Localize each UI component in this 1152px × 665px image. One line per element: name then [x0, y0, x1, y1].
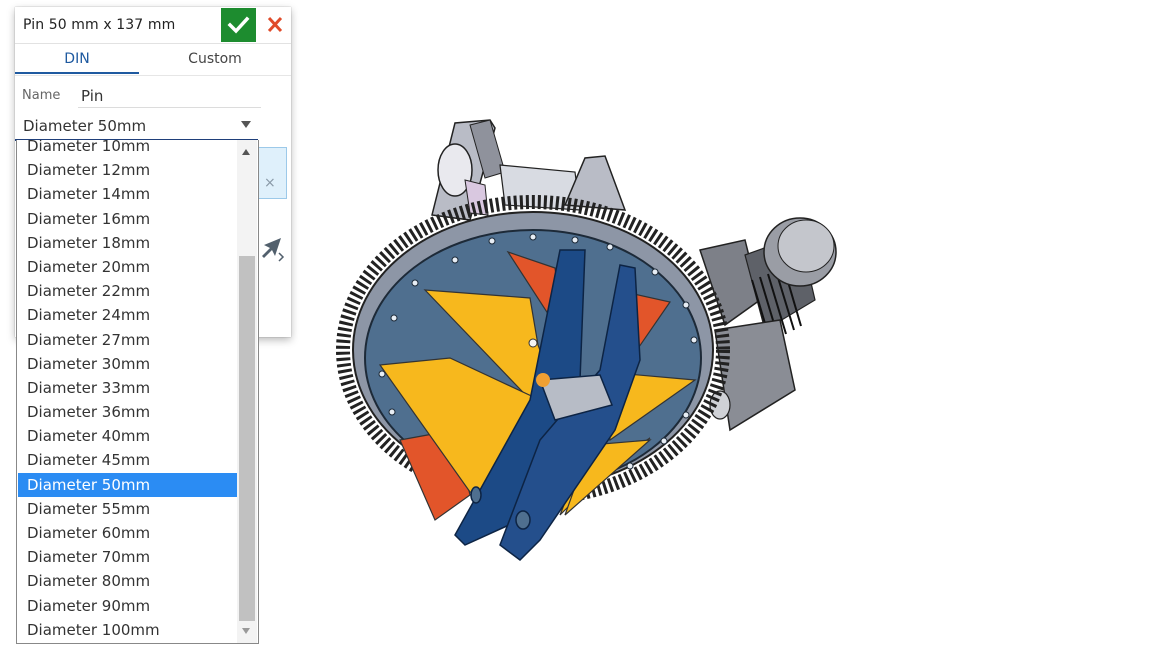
- dropdown-option[interactable]: Diameter 12mm: [18, 158, 237, 182]
- dropdown-option[interactable]: Diameter 100mm: [18, 618, 237, 642]
- dropdown-option[interactable]: Diameter 33mm: [18, 376, 237, 400]
- name-label: Name: [22, 88, 61, 103]
- dropdown-option[interactable]: Diameter 36mm: [18, 400, 237, 424]
- dropdown-option[interactable]: Diameter 60mm: [18, 521, 237, 545]
- diameter-dropdown-list[interactable]: Diameter 10mm Diameter 12mm Diameter 14mm D…: [16, 140, 259, 644]
- diameter-select-value: Diameter 50mm: [23, 117, 147, 135]
- dropdown-option[interactable]: Diameter 16mm: [18, 207, 237, 231]
- dialog-header: Pin 50 mm x 137 mm: [15, 7, 291, 44]
- dropdown-option[interactable]: Diameter 50mm: [18, 472, 237, 497]
- dropdown-option[interactable]: Diameter 24mm: [18, 303, 237, 327]
- name-field[interactable]: [78, 84, 261, 108]
- ok-button[interactable]: [221, 8, 256, 42]
- dropdown-options: Diameter 10mm Diameter 12mm Diameter 14mm D…: [17, 140, 237, 642]
- dropdown-option[interactable]: Diameter 45mm: [18, 448, 237, 472]
- dropdown-option[interactable]: Diameter 55mm: [18, 497, 237, 521]
- diameter-select[interactable]: Diameter 50mm: [15, 111, 258, 141]
- dropdown-option[interactable]: Diameter 30mm: [18, 352, 237, 376]
- scroll-down-icon[interactable]: [242, 628, 250, 634]
- check-icon: [227, 16, 250, 34]
- scrollbar-thumb[interactable]: [239, 256, 255, 621]
- cancel-button[interactable]: [261, 8, 291, 42]
- close-icon: [267, 16, 283, 33]
- model-viewport[interactable]: [300, 90, 860, 580]
- dropdown-option[interactable]: Diameter 40mm: [18, 424, 237, 448]
- scroll-up-icon[interactable]: [242, 149, 250, 155]
- dropdown-option[interactable]: Diameter 22mm: [18, 279, 237, 303]
- standard-tabs: DIN Custom: [15, 44, 291, 76]
- dropdown-option[interactable]: Diameter 27mm: [18, 328, 237, 352]
- dropdown-option[interactable]: Diameter 20mm: [18, 255, 237, 279]
- dropdown-scrollbar[interactable]: [237, 140, 257, 643]
- tab-custom[interactable]: Custom: [139, 44, 291, 74]
- dropdown-option[interactable]: Diameter 18mm: [18, 231, 237, 255]
- dropdown-option[interactable]: Diameter 70mm: [18, 545, 237, 569]
- arrow-cursor-icon: [262, 238, 285, 262]
- chevron-down-icon: [241, 121, 251, 128]
- clear-selection-icon[interactable]: ×: [264, 175, 276, 191]
- tab-din[interactable]: DIN: [15, 44, 139, 74]
- dropdown-option[interactable]: Diameter 14mm: [18, 182, 237, 206]
- dropdown-option[interactable]: Diameter 10mm: [18, 140, 237, 158]
- dropdown-option[interactable]: Diameter 80mm: [18, 569, 237, 593]
- dropdown-option[interactable]: Diameter 90mm: [18, 594, 237, 618]
- selection-field[interactable]: [259, 147, 287, 199]
- arrow-tool-button[interactable]: [259, 235, 289, 265]
- dialog-title: Pin 50 mm x 137 mm: [23, 17, 176, 33]
